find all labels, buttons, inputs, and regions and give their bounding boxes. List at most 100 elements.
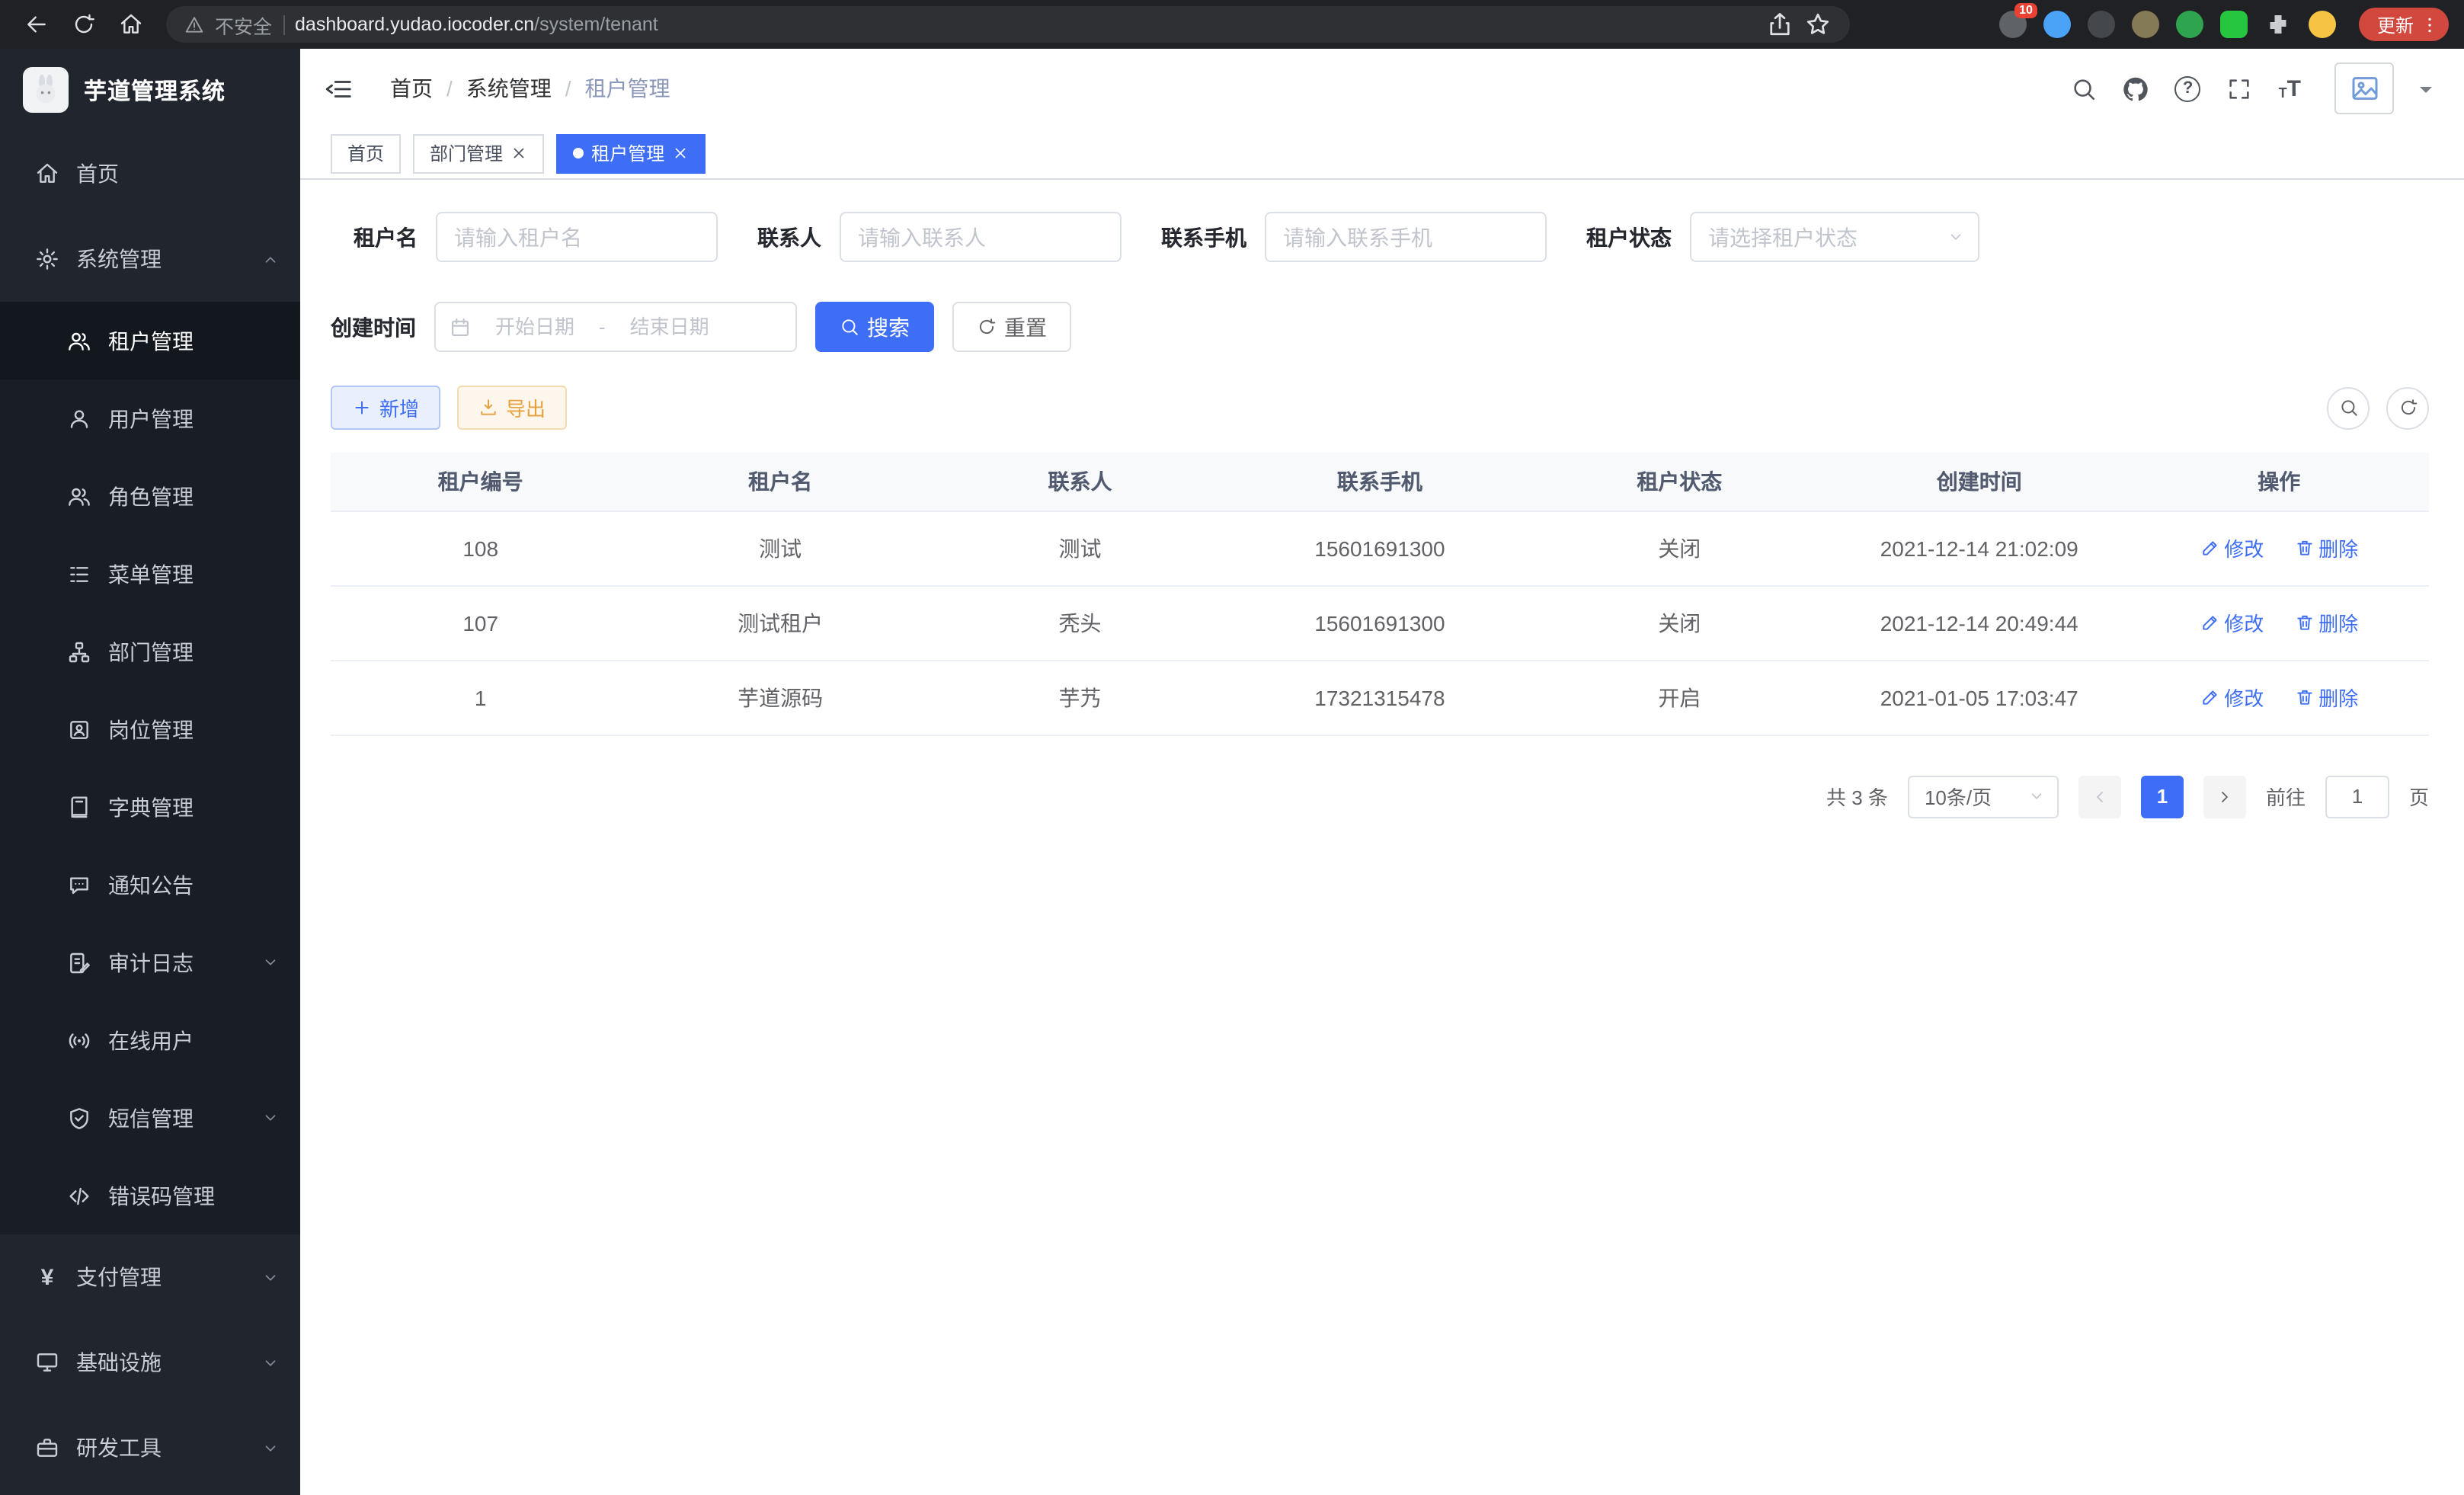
font-size-icon[interactable]: TT [2279,77,2301,100]
browser-home-button[interactable] [110,4,151,45]
date-start-input[interactable] [477,315,593,338]
tenant-name-input[interactable] [436,212,718,262]
cell-phone: 17321315478 [1230,660,1529,735]
show-search-button[interactable] [2327,386,2370,429]
chevron-left-icon [2091,787,2109,805]
breadcrumb-item-system[interactable]: 系统管理 [466,73,552,104]
sidebar-item-post[interactable]: 岗位管理 [0,690,300,768]
browser-toolbar: 不安全 dashboard.yudao.iocoder.cn/system/te… [0,0,2464,49]
extension-badge: 10 [2014,3,2037,18]
add-button[interactable]: 新增 [331,386,440,430]
bookmark-star-icon[interactable] [1804,11,1832,38]
sidebar-item-online-user[interactable]: 在线用户 [0,1001,300,1079]
tab-home[interactable]: 首页 [331,133,401,173]
extension-icon-1[interactable]: 10 [1999,11,2027,38]
delete-icon [2294,613,2314,632]
phone-input[interactable] [1265,212,1547,262]
sidebar-item-system[interactable]: 系统管理 [0,216,300,302]
col-phone: 联系手机 [1230,453,1529,511]
chevron-down-icon [262,954,279,971]
chevron-down-icon [262,1269,279,1285]
status-select[interactable]: 请选择租户状态 [1690,212,1979,262]
sidebar-item-label: 支付管理 [76,1262,162,1292]
extension-icon-3[interactable] [2088,11,2115,38]
date-end-input[interactable] [612,315,728,338]
date-range-picker[interactable]: - [434,302,797,352]
date-range-separator: - [599,315,606,338]
refresh-icon [2398,398,2418,418]
sidebar-item-tenant[interactable]: 租户管理 [0,302,300,379]
browser-refresh-button[interactable] [62,4,104,45]
cell-tenant-id: 108 [331,511,630,585]
sidebar-submenu-system: 租户管理 用户管理 角色管理 菜单管理 部门管理 [0,302,300,1234]
sidebar-item-infrastructure[interactable]: 基础设施 [0,1320,300,1405]
avatar-dropdown-caret[interactable] [2420,86,2432,98]
puzzle-icon[interactable] [2264,11,2292,38]
sidebar-item-dept[interactable]: 部门管理 [0,613,300,690]
filter-row-2: 创建时间 - 搜索 重置 [331,302,2429,352]
app-logo[interactable]: 芋道管理系统 [0,49,300,131]
extension-icon-2[interactable] [2043,11,2071,38]
reset-button[interactable]: 重置 [952,302,1071,352]
share-icon[interactable] [1766,11,1794,38]
close-icon[interactable] [510,145,527,162]
delete-button[interactable]: 删除 [2294,533,2358,562]
security-label[interactable]: 不安全 [215,10,272,39]
table-header-row: 租户编号 租户名 联系人 联系手机 租户状态 创建时间 操作 [331,453,2429,511]
refresh-table-button[interactable] [2386,386,2429,429]
fullscreen-icon[interactable] [2227,75,2253,101]
sidebar-item-notice[interactable]: 通知公告 [0,846,300,924]
contact-input[interactable] [840,212,1122,262]
extension-icon-6[interactable] [2220,11,2248,38]
browser-back-button[interactable] [15,4,56,45]
tab-tenant[interactable]: 租户管理 [556,133,706,173]
browser-profile-avatar[interactable] [2309,11,2336,38]
prev-page-button[interactable] [2078,775,2121,818]
address-bar[interactable]: 不安全 dashboard.yudao.iocoder.cn/system/te… [166,6,1850,43]
sidebar-item-error-code[interactable]: 错误码管理 [0,1157,300,1234]
breadcrumb-separator: / [565,76,571,101]
help-icon[interactable]: ? [2175,75,2201,101]
delete-button[interactable]: 删除 [2294,608,2358,637]
header-actions: ? TT [2072,62,2432,114]
sidebar-item-role[interactable]: 角色管理 [0,457,300,535]
omnibox-divider [283,14,284,34]
page-size-select[interactable]: 10条/页 [1908,775,2059,818]
browser-update-button[interactable]: 更新 [2359,8,2449,41]
edit-button[interactable]: 修改 [2200,533,2264,562]
edit-button[interactable]: 修改 [2200,608,2264,637]
sidebar-item-home[interactable]: 首页 [0,131,300,216]
extension-icon-5[interactable] [2176,11,2203,38]
user-avatar[interactable] [2334,62,2394,114]
breadcrumb-item-home[interactable]: 首页 [390,73,433,104]
sidebar-item-payment[interactable]: ¥ 支付管理 [0,1234,300,1320]
sidebar-item-devtools[interactable]: 研发工具 [0,1405,300,1490]
sidebar-item-label: 菜单管理 [108,559,194,589]
next-page-button[interactable] [2203,775,2246,818]
sidebar-item-label: 用户管理 [108,403,194,434]
sidebar-item-dict[interactable]: 字典管理 [0,768,300,846]
github-icon[interactable] [2123,75,2149,101]
sidebar-item-user[interactable]: 用户管理 [0,379,300,457]
export-button[interactable]: 导出 [457,386,567,430]
search-icon[interactable] [2072,75,2098,101]
sidebar-item-menu[interactable]: 菜单管理 [0,535,300,613]
pagination-total: 共 3 条 [1826,782,1888,811]
cell-tenant-name: 测试 [630,511,930,585]
cell-created: 2021-01-05 17:03:47 [1829,660,2129,735]
tab-dept[interactable]: 部门管理 [413,133,544,173]
search-button[interactable]: 搜索 [815,302,934,352]
menu-fold-icon[interactable] [325,74,354,103]
extension-icon-4[interactable] [2132,11,2159,38]
goto-page-input[interactable] [2325,775,2389,818]
delete-button[interactable]: 删除 [2294,683,2358,712]
sidebar-item-sms[interactable]: 短信管理 [0,1079,300,1157]
edit-button[interactable]: 修改 [2200,683,2264,712]
close-icon[interactable] [672,145,689,162]
sidebar-item-audit-log[interactable]: 审计日志 [0,924,300,1001]
browser-menu-dots-icon[interactable] [2420,14,2440,34]
col-actions: 操作 [2129,453,2429,511]
page-number-1[interactable]: 1 [2141,775,2184,818]
sidebar-item-label: 租户管理 [108,325,194,356]
chevron-right-icon [2216,787,2234,805]
